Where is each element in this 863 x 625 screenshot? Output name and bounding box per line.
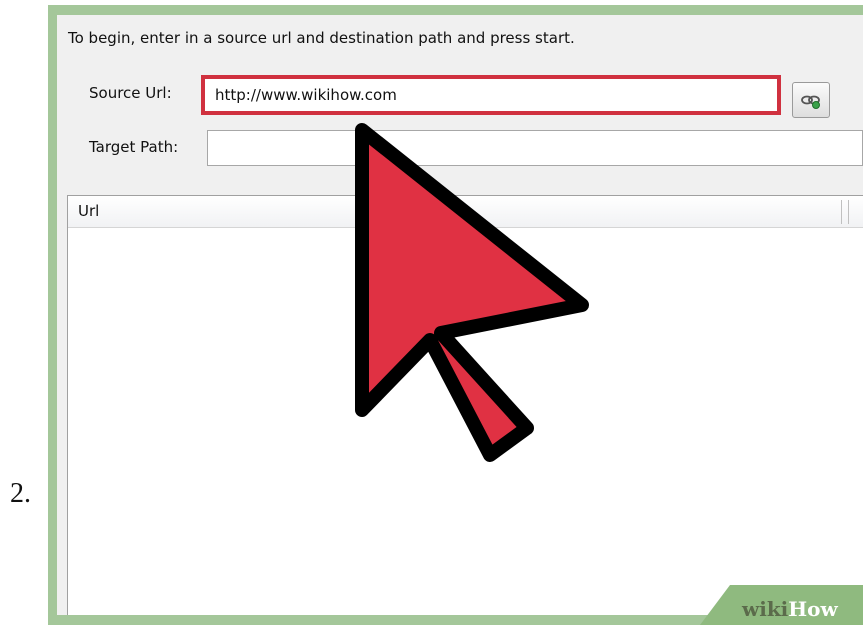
- watermark-wiki: wiki: [742, 597, 789, 621]
- watermark-how: How: [788, 597, 838, 621]
- watermark-text: wikiHow: [742, 597, 838, 621]
- arrow-cursor-icon: [355, 123, 589, 462]
- wikihow-watermark: wikiHow: [700, 585, 863, 625]
